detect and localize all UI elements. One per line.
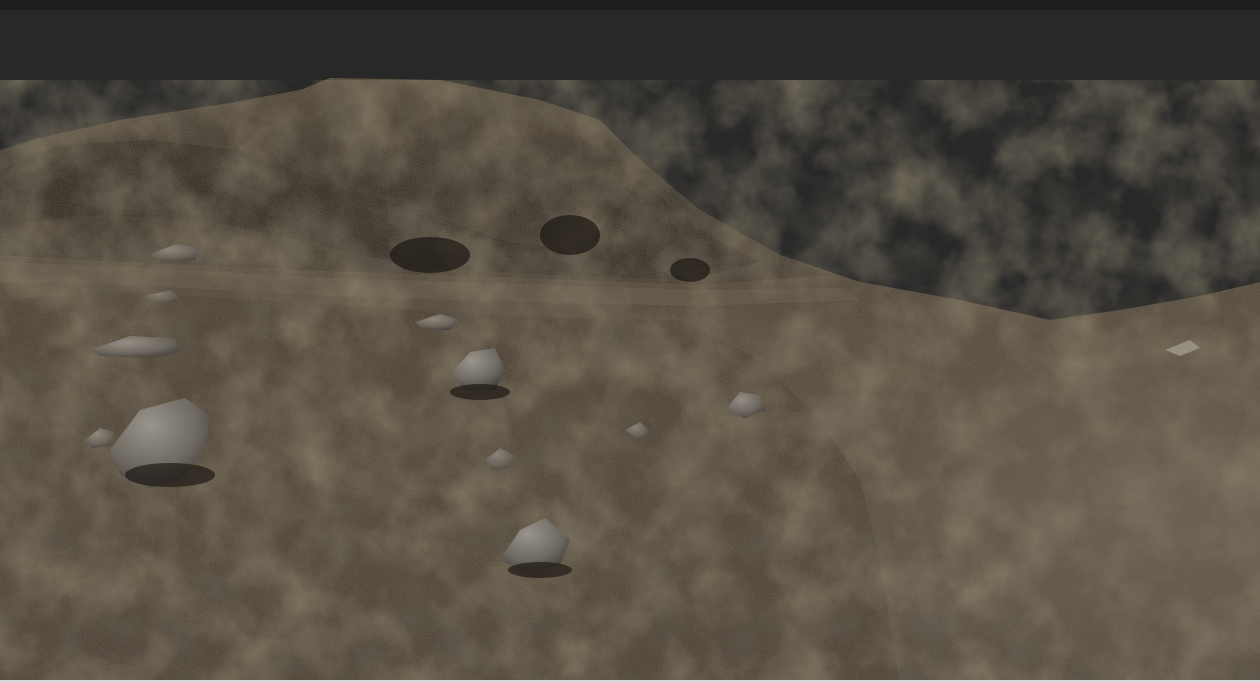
game-viewport[interactable]: [0, 0, 1260, 683]
terrain-scene: [0, 78, 1260, 683]
